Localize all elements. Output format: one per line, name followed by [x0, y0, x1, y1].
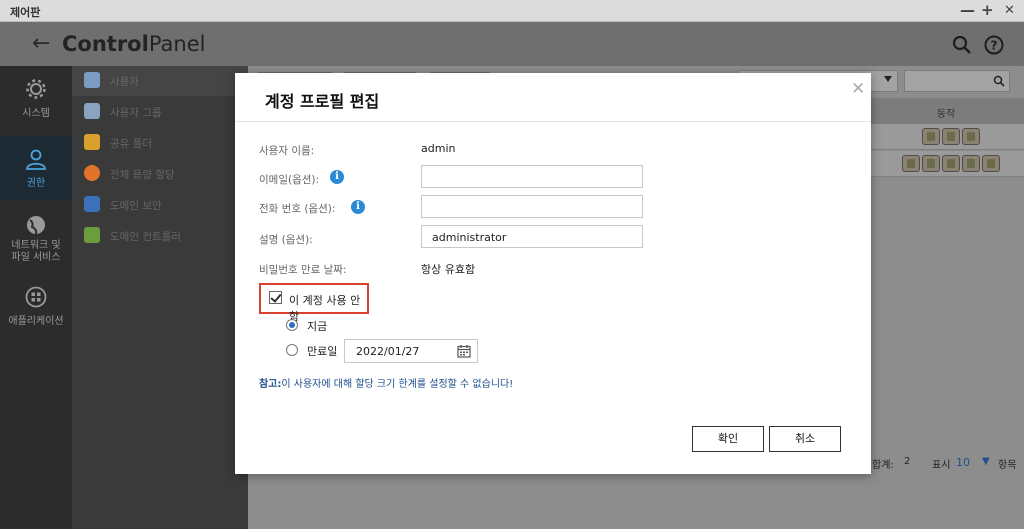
- password-expiry-value: 항상 유효함: [421, 263, 476, 276]
- app-permission-icon[interactable]: [982, 155, 1000, 172]
- submenu-item-shared-folders[interactable]: 공유 폴더: [72, 128, 248, 158]
- user-icon: [26, 149, 46, 170]
- submenu-item-label: 사용자: [110, 76, 139, 88]
- submenu-item-domain-controller[interactable]: 도메인 컨트롤러: [72, 221, 248, 251]
- total-label: 합계:: [872, 460, 894, 471]
- action-column-header: 동작: [868, 98, 1024, 124]
- edit-icon[interactable]: [922, 155, 940, 172]
- action-header-label: 동작: [936, 109, 956, 120]
- folder-icon: [84, 134, 100, 150]
- folder-permission-icon[interactable]: [962, 155, 980, 172]
- user-group-icon: [84, 103, 100, 119]
- per-page-select[interactable]: 10: [956, 456, 970, 469]
- expiry-date-field[interactable]: 2022/01/27: [344, 339, 478, 363]
- submenu-item-users[interactable]: 사용자: [72, 66, 248, 96]
- phone-field[interactable]: [421, 195, 643, 218]
- pie-chart-icon: [84, 165, 100, 181]
- note-text: 이 사용자에 대해 할당 크기 한계를 설정할 수 없습니다!: [281, 379, 514, 390]
- window-title: 제어판: [10, 6, 41, 19]
- domain-controller-icon: [84, 227, 100, 243]
- submenu-item-user-groups[interactable]: 사용자 그룹: [72, 97, 248, 127]
- rail-item-label: 애플리케이션: [8, 316, 64, 327]
- help-icon[interactable]: ?: [984, 35, 1004, 55]
- items-label: 항목: [998, 460, 1017, 471]
- category-rail: 시스템 권한 네트워크 및 파일 서비스 애플리케이션: [0, 66, 72, 529]
- submenu-item-label: 전체 용량 할당: [110, 169, 175, 181]
- window-title-bar: 제어판 — + ✕: [0, 0, 1024, 22]
- note-prefix: 참고:: [259, 379, 282, 390]
- table-row[interactable]: [868, 151, 1024, 177]
- radio-expiry-label: 만료일: [307, 345, 338, 358]
- table-footer: 합계: 2 표시 10 ▼ 항목: [872, 450, 1024, 474]
- description-field[interactable]: administrator: [421, 225, 643, 248]
- rail-item-label: 네트워크 및 파일 서비스: [11, 240, 61, 263]
- page-title: ControlPanel: [62, 32, 205, 56]
- calendar-icon[interactable]: [457, 344, 471, 358]
- radio-expiry-date[interactable]: [286, 344, 298, 356]
- table-row[interactable]: [868, 124, 1024, 150]
- rail-item-label: 시스템: [22, 108, 50, 119]
- edit-account-profile-dialog: 계정 프로필 편집 ✕ 사용자 이름: admin 이메일(옵션): i 전화 …: [235, 73, 871, 474]
- info-icon[interactable]: i: [330, 170, 344, 184]
- edit-icon[interactable]: [922, 128, 940, 145]
- radio-now[interactable]: [286, 319, 298, 331]
- rail-item-label: 권한: [26, 178, 46, 189]
- confirm-button[interactable]: 확인: [692, 426, 764, 452]
- rail-item-applications[interactable]: 애플리케이션: [0, 286, 72, 334]
- email-label: 이메일(옵션):: [259, 174, 320, 186]
- rail-item-system[interactable]: 시스템: [0, 78, 72, 134]
- search-icon[interactable]: [952, 35, 972, 55]
- domain-security-icon: [84, 196, 100, 212]
- privilege-submenu: 사용자 사용자 그룹 공유 폴더 전체 용량 할당 도메인 보안 도메인 컨트롤…: [72, 66, 248, 529]
- disable-account-label: 이 계정 사용 안 함: [289, 294, 361, 323]
- rail-item-network[interactable]: 네트워크 및 파일 서비스: [0, 214, 72, 270]
- submenu-item-quota[interactable]: 전체 용량 할당: [72, 159, 248, 189]
- table-search-input[interactable]: [904, 70, 1010, 92]
- submenu-item-label: 도메인 보안: [110, 200, 162, 212]
- submenu-item-label: 사용자 그룹: [110, 107, 162, 119]
- group-icon[interactable]: [942, 128, 960, 145]
- phone-label: 전화 번호 (옵션):: [259, 203, 336, 215]
- close-window-button[interactable]: ✕: [1004, 3, 1015, 18]
- username-value: admin: [421, 142, 456, 155]
- gear-icon: [26, 79, 46, 99]
- title-bold: Control: [62, 32, 149, 56]
- apps-icon: [25, 286, 47, 308]
- submenu-item-label: 공유 폴더: [110, 138, 152, 150]
- display-label: 표시: [932, 460, 951, 471]
- close-icon[interactable]: ✕: [851, 79, 865, 99]
- folder-permission-icon[interactable]: [962, 128, 980, 145]
- disable-account-checkbox[interactable]: [269, 291, 282, 304]
- globe-icon: [27, 216, 45, 235]
- disable-account-highlight: 이 계정 사용 안 함: [259, 283, 369, 323]
- description-label: 설명 (옵션):: [259, 234, 313, 246]
- radio-now-label: 지금: [307, 320, 328, 333]
- chevron-down-icon: [884, 76, 892, 82]
- info-icon[interactable]: i: [351, 200, 365, 214]
- rail-item-privilege[interactable]: 권한: [0, 136, 72, 200]
- dialog-title: 계정 프로필 편집: [265, 92, 380, 111]
- password-expiry-label: 비밀번호 만료 날짜:: [259, 264, 347, 276]
- maximize-button[interactable]: +: [981, 1, 994, 19]
- group-icon[interactable]: [942, 155, 960, 172]
- title-regular: Panel: [148, 32, 206, 56]
- search-icon: [993, 75, 1005, 87]
- email-field[interactable]: [421, 165, 643, 188]
- quota-note: 참고:이 사용자에 대해 할당 크기 한계를 설정할 수 없습니다!: [259, 375, 513, 390]
- title-divider: [235, 121, 871, 122]
- submenu-item-domain-security[interactable]: 도메인 보안: [72, 190, 248, 220]
- total-count: 2: [904, 456, 911, 467]
- expiry-date-value: 2022/01/27: [356, 345, 420, 358]
- submenu-item-label: 도메인 컨트롤러: [110, 231, 181, 243]
- password-icon[interactable]: [902, 155, 920, 172]
- svg-text:?: ?: [991, 39, 998, 53]
- cancel-button[interactable]: 취소: [769, 426, 841, 452]
- arrow-left-icon[interactable]: ←: [32, 31, 50, 56]
- minimize-button[interactable]: —: [960, 1, 975, 19]
- user-icon: [84, 72, 100, 88]
- app-header: ← ControlPanel ?: [0, 22, 1024, 66]
- chevron-down-icon[interactable]: ▼: [982, 456, 990, 467]
- username-label: 사용자 이름:: [259, 145, 315, 157]
